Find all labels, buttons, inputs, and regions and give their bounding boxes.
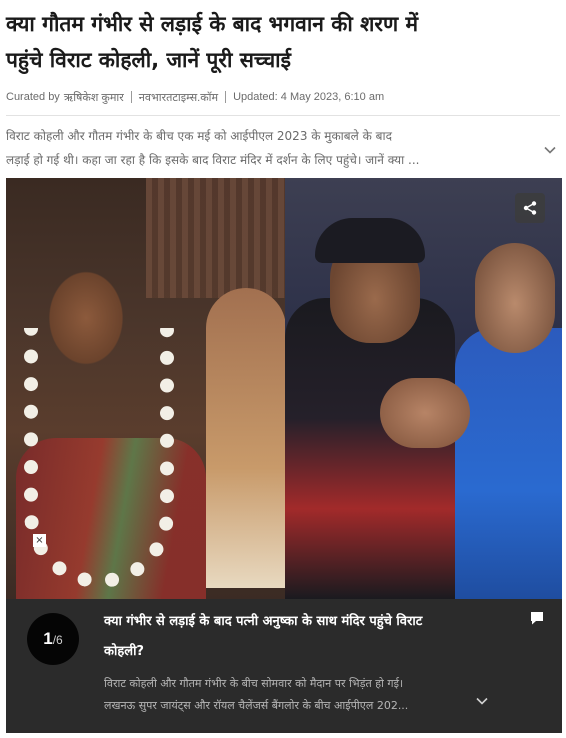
chevron-down-icon <box>476 697 488 705</box>
slide-description-line-2: लखनऊ सुपर जायंट्स और रॉयल चैलेंजर्स बैंग… <box>104 699 409 712</box>
summary-line-1: विराट कोहली और गौतम गंभीर के बीच एक मई क… <box>6 129 392 143</box>
article-headline: क्या गौतम गंभीर से लड़ाई के बाद भगवान की… <box>6 6 526 78</box>
summary-line-2: लड़ाई हो गई थी। कहा जा रहा है कि इसके बा… <box>6 153 420 167</box>
headline-line-1: क्या गौतम गंभीर से लड़ाई के बाद भगवान की… <box>6 12 419 36</box>
ad-close-button[interactable]: × <box>33 534 46 547</box>
author-name[interactable]: ऋषिकेश कुमार <box>64 90 124 105</box>
updated-timestamp: Updated: 4 May 2023, 6:10 am <box>233 91 385 103</box>
player-cap <box>315 218 425 263</box>
share-icon <box>523 201 537 215</box>
share-button[interactable] <box>515 193 545 223</box>
field-photo <box>285 178 562 599</box>
slide-title: क्या गंभीर से लड़ाई के बाद पत्नी अनुष्का… <box>104 607 514 667</box>
byline: Curated by ऋषिकेश कुमार नवभारतटाइम्स.कॉम… <box>6 88 562 106</box>
byline-separator <box>130 91 132 103</box>
caption-expand-button[interactable] <box>472 691 492 711</box>
comment-icon <box>531 612 543 625</box>
slide-title-line-1: क्या गंभीर से लड़ाई के बाद पत्नी अनुष्का… <box>104 614 423 629</box>
article-summary: विराट कोहली और गौतम गंभीर के बीच एक मई क… <box>6 124 526 172</box>
slide-caption-panel: 1 /6 क्या गंभीर से लड़ाई के बाद पत्नी अन… <box>6 599 562 733</box>
publication-name[interactable]: नवभारतटाइम्स.कॉम <box>139 90 218 105</box>
slide-description-line-1: विराट कोहली और गौतम गंभीर के बीच सोमवार … <box>104 677 404 690</box>
comment-button[interactable] <box>527 608 547 628</box>
byline-divider <box>6 115 560 116</box>
temple-photo <box>6 178 286 599</box>
player-jersey-blue <box>455 328 562 599</box>
headline-line-2: पहुंचे विराट कोहली, जानें पूरी सच्चाई <box>6 48 291 72</box>
slide-description: विराट कोहली और गौतम गंभीर के बीच सोमवार … <box>104 673 464 717</box>
priest-figure <box>206 288 286 588</box>
curated-label: Curated by <box>6 91 60 103</box>
player-hands <box>380 378 470 448</box>
garland-shape <box>24 328 174 588</box>
slide-counter: 1 /6 <box>27 613 79 665</box>
curtain-shape <box>146 178 285 298</box>
slide-total: /6 <box>52 633 63 647</box>
slide-current: 1 <box>43 629 53 648</box>
summary-expand-button[interactable] <box>540 140 560 160</box>
player-head-right <box>475 243 555 353</box>
player-jersey-dark <box>285 298 455 599</box>
byline-separator <box>225 91 227 103</box>
chevron-down-icon <box>544 146 556 154</box>
slide-title-line-2: कोहली? <box>104 644 144 659</box>
